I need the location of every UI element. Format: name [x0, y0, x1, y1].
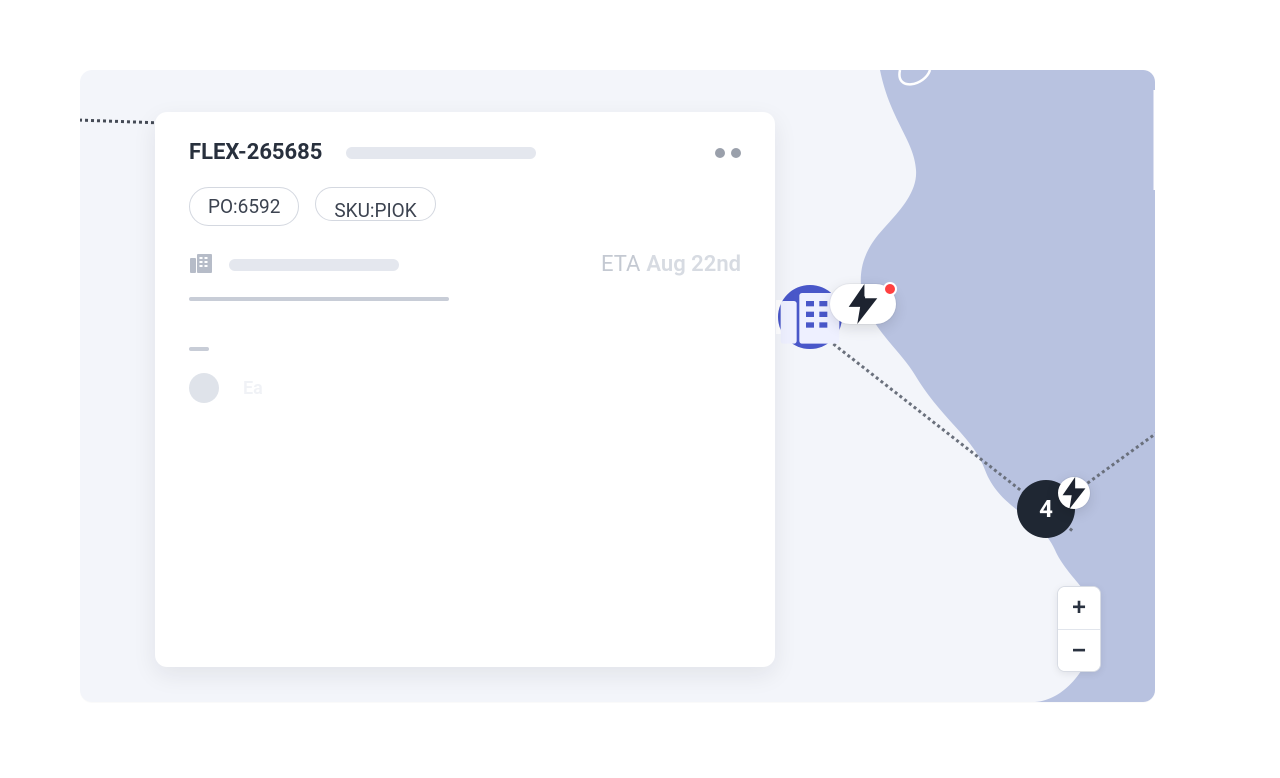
zoom-in-button[interactable]: +	[1058, 587, 1100, 629]
ghost-row: Ea	[189, 373, 741, 403]
shipment-id: FLEX-265685	[189, 140, 322, 165]
eta: ETA Aug 22nd	[601, 252, 741, 277]
bolt-icon	[1058, 477, 1090, 509]
panel-menu-button[interactable]	[715, 148, 741, 158]
zoom-controls: + −	[1057, 586, 1101, 672]
eta-date: Aug 22nd	[646, 252, 741, 277]
building-icon	[189, 253, 213, 277]
pin-cluster-count: 4	[1039, 495, 1053, 523]
app-frame: 1 4 + − FLEX-265685 PO:6592	[80, 70, 1155, 702]
skeleton-avatar	[189, 373, 219, 403]
progress-bar	[189, 297, 449, 301]
zoom-out-button[interactable]: −	[1058, 629, 1100, 671]
chip-row: PO:6592 SKU:PIOK	[189, 187, 741, 226]
map-pin-cluster-badge[interactable]	[1058, 477, 1090, 509]
skeleton-line	[229, 259, 399, 271]
skeleton-line	[346, 147, 536, 159]
alert-dot-icon	[883, 282, 897, 296]
panel-header: FLEX-265685	[189, 140, 741, 165]
shipment-panel: FLEX-265685 PO:6592 SKU:PIOK	[155, 112, 775, 667]
dot-icon	[731, 148, 741, 158]
ghost-text: Ea	[243, 378, 263, 399]
dot-icon	[715, 148, 725, 158]
eta-label: ETA	[601, 252, 640, 277]
po-chip[interactable]: PO:6592	[189, 187, 299, 226]
sku-chip[interactable]: SKU:PIOK	[315, 187, 435, 221]
skeleton-mini	[189, 347, 209, 351]
origin-row: ETA Aug 22nd	[189, 252, 741, 277]
